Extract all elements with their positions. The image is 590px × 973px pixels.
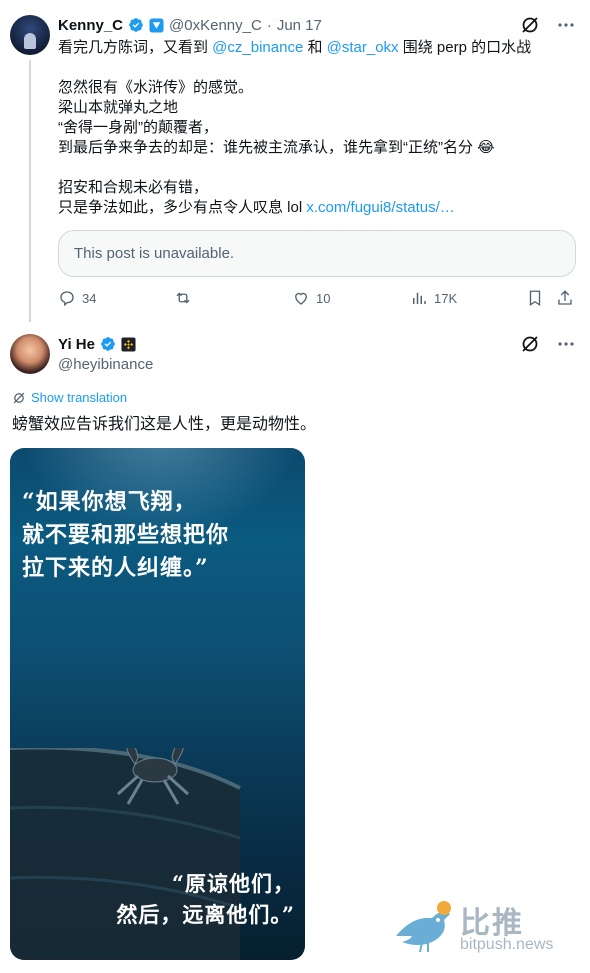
tweet-top-actions [520,334,576,354]
verified-icon [129,18,143,32]
inline-link[interactable]: @star_okx [327,39,399,56]
text-line: 梁山本就弹丸之地 [58,98,578,118]
poster-image[interactable]: “如果你想飞翔， 就不要和那些想把你 拉下来的人纠缠。” “原谅他们， 然后，远… [10,448,305,960]
tweet-top-actions [520,15,576,35]
views-icon [413,292,426,304]
poster-quote-bottom: “原谅他们， 然后，远离他们。” [116,871,295,927]
tweet-actions: 34 10 17K [58,287,578,311]
share-button[interactable] [556,289,574,307]
bitpush-watermark: 比推 bitpush.news [392,896,582,966]
show-translation-label: Show translation [31,390,128,405]
tweet-text: 螃蟹效应告诉我们这是人性，更是动物性。 [12,416,317,433]
tweet-header: Yi He @heyibinance [58,334,153,374]
text-line: 到最后争来争去的却是：谁先被主流承认，谁先拿到“正统”名分 😂 [58,138,578,158]
author-name[interactable]: Yi He [58,336,95,353]
post-date[interactable]: Jun 17 [277,17,322,34]
grok-icon[interactable] [520,15,540,35]
repost-button[interactable] [174,289,198,307]
reply-icon [60,291,74,307]
author-name[interactable]: Kenny_C [58,17,123,34]
text-span: 梁山本就弹丸之地 [58,99,179,116]
more-icon[interactable] [556,334,576,354]
like-button[interactable]: 10 [292,289,330,307]
view-count: 17K [434,290,458,306]
quoted-post-unavailable: This post is unavailable. [58,230,576,277]
repost-icon [176,292,190,304]
inline-link[interactable]: @cz_binance [212,39,303,56]
reply-button[interactable]: 34 [58,289,96,307]
text-line: 招安和合规未必有错， [58,178,578,198]
author-handle[interactable]: @0xKenny_C [169,17,262,34]
bookmark-icon [529,290,541,307]
thread-line [29,60,31,322]
grok-icon [13,392,25,403]
share-icon [558,290,572,305]
quote-text: This post is unavailable. [74,245,235,262]
avatar[interactable] [10,334,50,374]
tweet-header: Kenny_C @0xKenny_C · Jun 17 [58,15,322,35]
bird-logo-icon [396,901,451,953]
avatar[interactable] [10,15,50,55]
text-line: “舍得一身剐”的颠覆者， [58,118,578,138]
more-icon[interactable] [556,15,576,35]
binance-badge-icon [121,336,136,352]
heart-icon [295,292,307,305]
text-span: “舍得一身剐”的颠覆者， [58,119,218,136]
text-line: 只是争法如此，多少有点令人叹息 lol x.com/fugui8/status/… [58,198,578,218]
author-handle[interactable]: @heyibinance [58,356,153,373]
tweet-text: 看完几方陈词，又看到 @cz_binance 和 @star_okx 围绕 pe… [58,38,578,218]
community-badge-icon [149,17,164,33]
text-span: 只是争法如此，多少有点令人叹息 lol [58,199,307,216]
watermark-en: bitpush.news [460,936,554,953]
show-translation-link[interactable]: Show translation [12,390,127,405]
separator-dot: · [266,16,272,34]
text-line: 忽然很有《水浒传》的感觉。 [58,78,578,98]
views-button[interactable]: 17K [410,289,457,307]
inline-link[interactable]: x.com/fugui8/status/… [306,199,454,216]
grok-icon[interactable] [520,334,540,354]
text-span: 和 [303,39,327,56]
text-span: 围绕 perp 的口水战 [398,39,532,56]
text-span: 到最后争来争去的却是：谁先被主流承认，谁先拿到“正统”名分 😂 [58,139,495,156]
verified-icon [101,337,115,351]
bookmark-button[interactable] [526,289,544,307]
text-span: 招安和合规未必有错， [58,179,209,196]
poster-quote-top: “如果你想飞翔， 就不要和那些想把你 拉下来的人纠缠。” [22,489,230,581]
reply-count: 34 [82,290,97,306]
text-line: 看完几方陈词，又看到 @cz_binance 和 @star_okx 围绕 pe… [58,38,578,58]
text-span: 忽然很有《水浒传》的感觉。 [58,79,254,96]
like-count: 10 [316,290,331,306]
text-span: 看完几方陈词，又看到 [58,39,213,56]
